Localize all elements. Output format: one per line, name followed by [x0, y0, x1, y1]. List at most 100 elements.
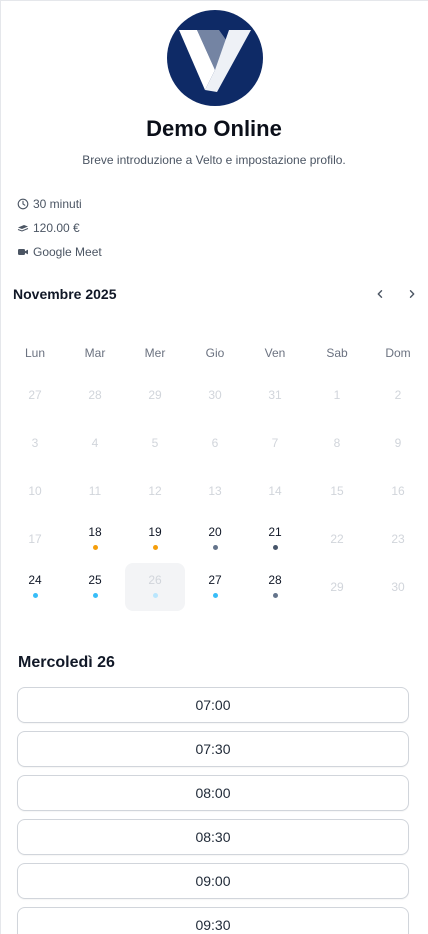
- day-number: 4: [91, 436, 99, 450]
- day-number: 25: [88, 573, 102, 587]
- price-row: 120.00 €: [17, 216, 102, 240]
- calendar-day: 30: [368, 580, 428, 628]
- day-number: 18: [88, 525, 102, 539]
- day-number: 3: [31, 436, 39, 450]
- calendar-day: 5: [125, 436, 185, 484]
- calendar-day[interactable]: 24: [5, 573, 65, 621]
- time-slot-button[interactable]: 09:00: [17, 863, 409, 899]
- day-number: 27: [208, 573, 222, 587]
- price-text: 120.00 €: [33, 221, 80, 235]
- weekday-label: Gio: [205, 346, 225, 360]
- location-row: Google Meet: [17, 240, 102, 264]
- calendar-day: 1: [307, 388, 367, 436]
- calendar-day: 30: [185, 388, 245, 436]
- calendar-day: 2: [368, 388, 428, 436]
- day-number: 29: [148, 388, 162, 402]
- day-number: 2: [394, 388, 402, 402]
- month-label: Novembre 2025: [13, 286, 117, 302]
- day-number: 26: [148, 573, 162, 587]
- day-number: 11: [88, 484, 102, 498]
- next-month-button[interactable]: [403, 285, 421, 303]
- calendar-day: 22: [307, 532, 367, 580]
- day-number: 24: [28, 573, 42, 587]
- day-number: 5: [151, 436, 159, 450]
- calendar-day: 15: [307, 484, 367, 532]
- calendar-day: 29: [125, 388, 185, 436]
- event-details: 30 minuti 120.00 € Google Meet: [17, 192, 102, 264]
- day-number: 9: [394, 436, 402, 450]
- calendar-day: 4: [65, 436, 125, 484]
- availability-dot: [272, 593, 278, 598]
- chevron-left-icon: [377, 290, 383, 298]
- calendar-day: 10: [5, 484, 65, 532]
- calendar-day: 27: [5, 388, 65, 436]
- calendar-day[interactable]: 27: [185, 573, 245, 621]
- calendar-day-selected[interactable]: 26: [125, 563, 185, 611]
- calendar-day: 7: [245, 436, 305, 484]
- time-slot-button[interactable]: 08:00: [17, 775, 409, 811]
- brand-logo: [167, 10, 263, 106]
- month-nav-buttons: [371, 285, 421, 303]
- availability-dot: [32, 593, 38, 598]
- day-number: 22: [330, 532, 344, 546]
- weekday-label: Sab: [326, 346, 348, 360]
- calendar-day: 3: [5, 436, 65, 484]
- day-number: 7: [271, 436, 279, 450]
- time-slot-button[interactable]: 09:30: [17, 907, 409, 934]
- weekday-label: Mer: [144, 346, 166, 360]
- day-number: 31: [268, 388, 282, 402]
- weekday-label: Ven: [264, 346, 286, 360]
- availability-dot: [272, 545, 278, 550]
- time-slot-button[interactable]: 08:30: [17, 819, 409, 855]
- money-icon: [17, 222, 29, 234]
- day-number: 15: [330, 484, 344, 498]
- weekday-label: Lun: [24, 346, 46, 360]
- day-number: 17: [28, 532, 42, 546]
- calendar-day: 29: [307, 580, 367, 628]
- availability-dot: [152, 545, 158, 550]
- clock-icon: [17, 198, 29, 210]
- calendar-day[interactable]: 21: [245, 525, 305, 573]
- time-slot-button[interactable]: 07:30: [17, 731, 409, 767]
- calendar-day: 9: [368, 436, 428, 484]
- calendar-day: 6: [185, 436, 245, 484]
- day-number: 30: [391, 580, 405, 594]
- day-number: 30: [208, 388, 222, 402]
- availability-dot: [92, 545, 98, 550]
- calendar-day[interactable]: 28: [245, 573, 305, 621]
- day-number: 10: [28, 484, 42, 498]
- day-number: 29: [330, 580, 344, 594]
- prev-month-button[interactable]: [371, 285, 389, 303]
- duration-text: 30 minuti: [33, 197, 82, 211]
- day-number: 27: [28, 388, 42, 402]
- day-number: 12: [148, 484, 162, 498]
- location-text: Google Meet: [33, 245, 102, 259]
- selected-date-heading: Mercoledì 26: [18, 654, 115, 671]
- calendar-day: 8: [307, 436, 367, 484]
- day-number: 28: [88, 388, 102, 402]
- video-camera-icon: [17, 246, 29, 258]
- weekday-label: Mar: [84, 346, 106, 360]
- duration-row: 30 minuti: [17, 192, 102, 216]
- calendar-day: 16: [368, 484, 428, 532]
- time-slot-button[interactable]: 07:00: [17, 687, 409, 723]
- calendar-day[interactable]: 25: [65, 573, 125, 621]
- day-number: 19: [148, 525, 162, 539]
- availability-dot: [92, 593, 98, 598]
- day-number: 20: [208, 525, 222, 539]
- day-number: 23: [391, 532, 405, 546]
- calendar-day[interactable]: 20: [185, 525, 245, 573]
- availability-dot: [212, 545, 218, 550]
- day-number: 8: [333, 436, 341, 450]
- day-number: 14: [268, 484, 282, 498]
- calendar-day[interactable]: 18: [65, 525, 125, 573]
- day-number: 21: [268, 525, 282, 539]
- day-number: 1: [333, 388, 341, 402]
- day-number: 16: [391, 484, 405, 498]
- day-number: 28: [268, 573, 282, 587]
- availability-dot: [212, 593, 218, 598]
- availability-dot: [152, 593, 158, 598]
- weekday-label: Dom: [385, 346, 411, 360]
- calendar-day: 31: [245, 388, 305, 436]
- day-number: 13: [208, 484, 222, 498]
